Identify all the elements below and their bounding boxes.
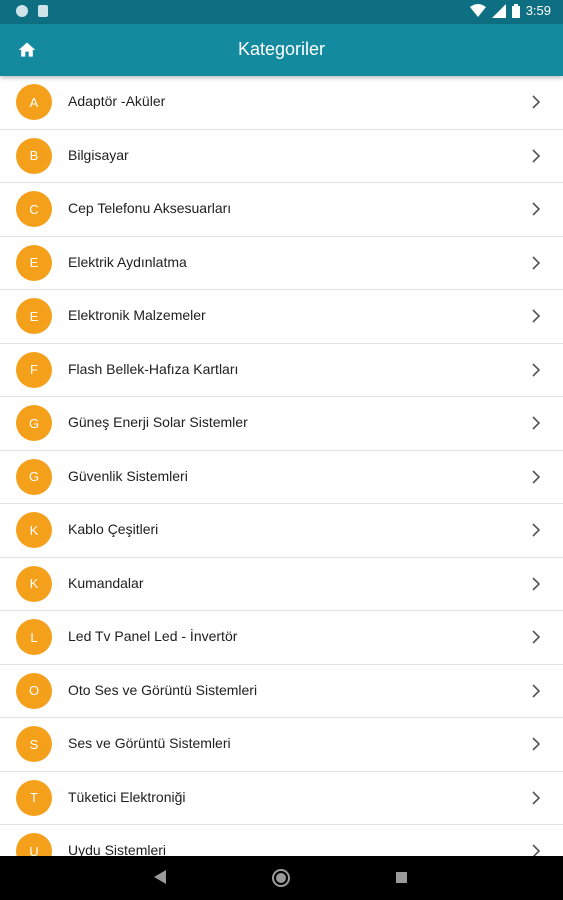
category-row[interactable]: K Kablo Çeşitleri	[0, 504, 563, 558]
category-label: Elektronik Malzemeler	[68, 307, 206, 323]
app-bar: Kategoriler	[0, 24, 563, 76]
chevron-right-icon	[532, 202, 541, 216]
sd-card-icon	[38, 5, 48, 17]
chevron-right-icon	[532, 255, 541, 270]
chevron-right-icon	[532, 523, 541, 537]
category-avatar: L	[16, 619, 52, 655]
category-row[interactable]: O Oto Ses ve Görüntü Sistemleri	[0, 665, 563, 718]
status-bar: 3:59	[0, 0, 563, 24]
chevron-right-icon	[532, 95, 541, 109]
category-row[interactable]: G Güvenlik Sistemleri	[0, 451, 563, 504]
wifi-icon	[469, 3, 486, 17]
category-avatar: B	[16, 137, 52, 174]
signal-icon	[491, 3, 506, 18]
category-avatar: G	[16, 405, 52, 441]
category-row[interactable]: F Flash Bellek-Hafıza Kartları	[0, 344, 563, 397]
category-label: Adaptör -Aküler	[68, 93, 166, 109]
chevron-right-icon	[532, 309, 541, 323]
category-row[interactable]: G Güneş Enerji Solar Sistemler	[0, 397, 563, 451]
category-label: Bilgisayar	[68, 146, 129, 163]
chevron-right-icon	[532, 737, 541, 751]
page-title: Kategoriler	[237, 39, 326, 59]
category-avatar: A	[16, 84, 52, 120]
recents-icon[interactable]	[396, 872, 407, 883]
category-avatar: O	[16, 672, 52, 709]
category-avatar: G	[16, 458, 52, 495]
category-label: Ses ve Görüntü Sistemleri	[68, 735, 231, 751]
category-label: Led Tv Panel Led - İnvertör	[68, 628, 238, 644]
chevron-right-icon	[532, 362, 541, 377]
chevron-right-icon	[532, 576, 541, 591]
category-avatar: T	[16, 779, 52, 816]
category-row[interactable]: L Led Tv Panel Led - İnvertör	[0, 611, 563, 665]
category-row[interactable]: T Tüketici Elektroniği	[0, 772, 563, 825]
category-label: Güneş Enerji Solar Sistemler	[68, 414, 248, 430]
category-label: Oto Ses ve Görüntü Sistemleri	[68, 681, 258, 698]
chevron-right-icon	[532, 683, 541, 698]
category-label: Kablo Çeşitleri	[68, 521, 159, 537]
category-label: Flash Bellek-Hafıza Kartları	[68, 360, 239, 377]
category-avatar: K	[16, 512, 52, 548]
chevron-right-icon	[532, 844, 541, 856]
chevron-right-icon	[532, 148, 541, 163]
category-row[interactable]: E Elektronik Malzemeler	[0, 290, 563, 344]
category-avatar: C	[16, 191, 52, 227]
status-time: 3:59	[525, 3, 551, 18]
category-list[interactable]: A Adaptör -Aküler B Bilgisayar C Cep Telefonu…	[0, 76, 563, 856]
category-label: Kumandalar	[68, 574, 144, 591]
chevron-right-icon	[532, 790, 541, 805]
category-avatar: U	[16, 833, 52, 856]
category-row[interactable]: A Adaptör -Aküler	[0, 76, 563, 130]
category-row[interactable]: E Elektrik Aydınlatma	[0, 237, 563, 290]
back-icon[interactable]	[154, 870, 166, 884]
category-label: Elektrik Aydınlatma	[68, 253, 187, 270]
navigation-bar	[0, 856, 563, 900]
category-avatar: K	[16, 565, 52, 602]
category-row[interactable]: B Bilgisayar	[0, 130, 563, 183]
category-avatar: F	[16, 351, 52, 388]
chevron-right-icon	[532, 416, 541, 430]
battery-icon	[511, 3, 520, 18]
category-row[interactable]: S Ses ve Görüntü Sistemleri	[0, 718, 563, 772]
category-avatar: S	[16, 726, 52, 762]
chevron-right-icon	[532, 469, 541, 484]
category-label: Uydu Sistemleri	[68, 842, 167, 856]
category-label: Güvenlik Sistemleri	[68, 467, 188, 484]
home-circle-icon[interactable]	[272, 869, 290, 887]
category-row[interactable]: C Cep Telefonu Aksesuarları	[0, 183, 563, 237]
category-label: Cep Telefonu Aksesuarları	[68, 200, 232, 216]
category-label: Tüketici Elektroniği	[68, 788, 186, 805]
category-avatar: E	[16, 244, 52, 281]
chevron-right-icon	[532, 630, 541, 644]
notification-dot-icon	[16, 5, 28, 17]
category-row[interactable]: K Kumandalar	[0, 558, 563, 611]
category-avatar: E	[16, 298, 52, 334]
category-row[interactable]: U Uydu Sistemleri	[0, 825, 563, 856]
